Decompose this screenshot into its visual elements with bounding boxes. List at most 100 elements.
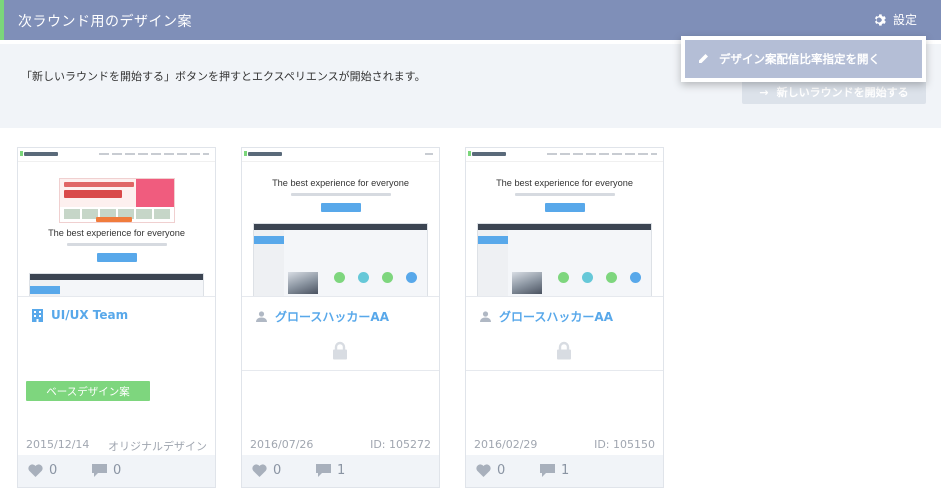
- design-thumbnail[interactable]: The best experience for everyone: [18, 148, 215, 297]
- card-author[interactable]: グロースハッカーAA: [256, 308, 389, 325]
- promo-line: [64, 182, 134, 187]
- settings-label: 設定: [892, 13, 917, 27]
- thumb-topbar: [18, 148, 215, 162]
- like-count: 0: [273, 463, 282, 478]
- heart-icon: [252, 464, 267, 477]
- thumb-dashboard: [477, 223, 652, 296]
- thumb-logo: [468, 151, 506, 156]
- thumb-logo: [244, 151, 282, 156]
- dash-stat-circle: [582, 272, 593, 283]
- arrow-right-icon: →: [759, 85, 769, 99]
- thumb-subtext: [290, 193, 391, 196]
- dash-stat-circle: [334, 272, 345, 283]
- card-footer: 0 0: [18, 455, 215, 487]
- thumb-subtext: [66, 243, 167, 246]
- thumb-dashboard: [29, 273, 204, 296]
- thumb-topbar: [242, 148, 439, 162]
- card-date: 2016/02/29: [474, 438, 538, 451]
- dash-stat-circle: [358, 272, 369, 283]
- comment-stat[interactable]: 0: [92, 463, 121, 478]
- dash-stat-circle: [406, 272, 417, 283]
- comment-icon: [540, 464, 555, 477]
- card-author-name: UI/UX Team: [51, 308, 129, 322]
- page-title: 次ラウンド用のデザイン案: [18, 14, 192, 30]
- card-footer: 0 1: [466, 455, 663, 487]
- comment-count: 1: [337, 463, 346, 478]
- person-icon: [480, 311, 491, 322]
- heart-icon: [476, 464, 491, 477]
- thumb-cta: [96, 253, 137, 262]
- dash-photo: [512, 272, 542, 294]
- like-count: 0: [497, 463, 506, 478]
- open-ratio-label: デザイン案配信比率指定を開く: [719, 52, 880, 66]
- comment-count: 1: [561, 463, 570, 478]
- settings-dropdown: デザイン案配信比率指定を開く: [681, 36, 926, 82]
- promo-banner: [59, 178, 175, 223]
- thumb-headline: The best experience for everyone: [48, 228, 185, 238]
- info-text: 「新しいラウンドを開始する」ボタンを押すとエクスペリエンスが開始されます。: [21, 70, 426, 83]
- card-author[interactable]: UI/UX Team: [32, 308, 128, 322]
- start-new-round-label: 新しいラウンドを開始する: [776, 86, 909, 99]
- building-icon: [32, 308, 43, 322]
- like-stat[interactable]: 0: [476, 463, 505, 478]
- dash-sidebar-active: [30, 286, 60, 294]
- card-divider: [466, 370, 663, 371]
- comment-icon: [92, 464, 107, 477]
- person-icon: [256, 311, 267, 322]
- gear-icon: [874, 13, 886, 26]
- open-ratio-menu-item[interactable]: デザイン案配信比率指定を開く: [685, 40, 922, 78]
- comment-stat[interactable]: 1: [540, 463, 569, 478]
- dash-sidebar-active: [254, 236, 284, 244]
- thumb-subtext: [514, 193, 615, 196]
- thumb-dashboard: [253, 223, 428, 296]
- dash-sidebar-active: [478, 236, 508, 244]
- card-meta: ID: 105272: [370, 438, 431, 451]
- design-card[interactable]: The best experience for everyone グロースハッカ…: [465, 147, 664, 488]
- promo-price: [64, 190, 122, 198]
- dash-stat-circle: [558, 272, 569, 283]
- dash-stat-circle: [630, 272, 641, 283]
- heart-icon: [28, 464, 43, 477]
- thumb-cta: [320, 203, 361, 212]
- like-stat[interactable]: 0: [28, 463, 57, 478]
- lock-icon: [333, 341, 347, 360]
- card-author-name: グロースハッカーAA: [275, 310, 389, 324]
- dash-photo: [288, 272, 318, 294]
- card-author[interactable]: グロースハッカーAA: [480, 308, 613, 325]
- thumb-headline: The best experience for everyone: [496, 178, 633, 188]
- dash-stat-circle: [382, 272, 393, 283]
- like-stat[interactable]: 0: [252, 463, 281, 478]
- card-divider: [242, 370, 439, 371]
- settings-button[interactable]: 設定: [872, 11, 917, 28]
- base-design-badge: ベースデザイン案: [26, 381, 150, 401]
- start-new-round-button[interactable]: → 新しいラウンドを開始する: [742, 80, 926, 104]
- dash-stat-circle: [606, 272, 617, 283]
- pencil-icon: [699, 54, 708, 63]
- card-meta: オリジナルデザイン: [108, 440, 207, 453]
- card-date: 2016/07/26: [250, 438, 314, 451]
- design-card[interactable]: The best experience for everyone UI/UX T…: [17, 147, 216, 488]
- design-thumbnail[interactable]: The best experience for everyone: [242, 148, 439, 297]
- design-card[interactable]: The best experience for everyone グロースハッカ…: [241, 147, 440, 488]
- thumb-nav: [99, 153, 209, 155]
- card-meta: ID: 105150: [594, 438, 655, 451]
- thumb-cta: [544, 203, 585, 212]
- thumb-nav: [547, 153, 657, 155]
- thumb-nav: [425, 153, 433, 155]
- promo-ribbon: [136, 179, 174, 207]
- thumb-topbar: [466, 148, 663, 162]
- thumb-logo: [20, 151, 58, 156]
- comment-stat[interactable]: 1: [316, 463, 345, 478]
- design-thumbnail[interactable]: The best experience for everyone: [466, 148, 663, 297]
- comment-icon: [316, 464, 331, 477]
- card-footer: 0 1: [242, 455, 439, 487]
- promo-panel: [60, 179, 138, 207]
- thumb-headline: The best experience for everyone: [272, 178, 409, 188]
- lock-icon: [557, 341, 571, 360]
- promo-button: [96, 217, 132, 222]
- card-date: 2015/12/14: [26, 438, 90, 451]
- page-header: 次ラウンド用のデザイン案 設定: [0, 0, 941, 40]
- comment-count: 0: [113, 463, 122, 478]
- card-author-name: グロースハッカーAA: [499, 310, 613, 324]
- like-count: 0: [49, 463, 58, 478]
